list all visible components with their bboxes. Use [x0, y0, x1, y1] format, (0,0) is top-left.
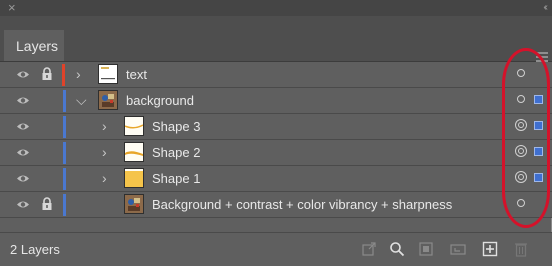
close-icon[interactable]: × [8, 0, 16, 16]
export-icon[interactable] [361, 241, 377, 257]
visibility-eye-icon[interactable] [16, 94, 30, 107]
sublayer-icon[interactable] [450, 241, 466, 257]
layer-row[interactable]: ⌵ background [0, 88, 552, 114]
chevron-right-icon[interactable]: › [102, 119, 107, 133]
visibility-eye-icon[interactable] [16, 68, 30, 81]
chevron-right-icon[interactable]: › [102, 171, 107, 185]
layer-row[interactable]: › Shape 3 [0, 114, 552, 140]
layer-color-bar [63, 142, 66, 164]
lock-icon[interactable] [41, 197, 53, 211]
layer-thumbnail [124, 194, 144, 214]
layer-name[interactable]: Background + contrast + color vibrancy +… [152, 197, 452, 212]
clipping-mask-icon[interactable] [418, 241, 434, 257]
layer-row[interactable]: › Shape 2 [0, 140, 552, 166]
lock-icon[interactable] [41, 119, 53, 133]
layer-thumbnail [98, 90, 118, 110]
lock-icon[interactable] [41, 145, 53, 159]
visibility-eye-icon[interactable] [16, 146, 30, 159]
layer-name[interactable]: text [126, 67, 147, 82]
layer-color-bar [63, 116, 66, 138]
annotation-highlight-oval [502, 48, 550, 228]
collapse-icon[interactable]: ‹‹ [543, 0, 547, 16]
layer-thumbnail [124, 116, 144, 136]
lock-icon[interactable] [41, 67, 53, 81]
new-layer-icon[interactable] [482, 241, 498, 257]
tab-layers[interactable]: Layers [4, 30, 64, 61]
layer-name[interactable]: background [126, 93, 194, 108]
trash-icon[interactable] [513, 241, 529, 257]
tab-bar: Layers [0, 16, 552, 62]
layers-panel: × ‹‹ Layers › text ⌵ background › Shape 3 › Sha… [0, 0, 552, 266]
layer-row[interactable]: › Shape 1 [0, 166, 552, 192]
chevron-right-icon[interactable]: › [76, 67, 81, 81]
layer-count: 2 Layers [10, 242, 60, 257]
visibility-eye-icon[interactable] [16, 172, 30, 185]
layer-row[interactable]: › text [0, 62, 552, 88]
panel-footer: 2 Layers [0, 232, 552, 266]
layer-thumbnail [124, 168, 144, 188]
layer-color-bar [63, 168, 66, 190]
panel-titlebar: × ‹‹ [0, 0, 552, 16]
visibility-eye-icon[interactable] [16, 198, 30, 211]
layer-color-bar [63, 90, 66, 112]
search-icon[interactable] [389, 241, 405, 257]
layer-row[interactable]: Background + contrast + color vibrancy +… [0, 192, 552, 218]
visibility-eye-icon[interactable] [16, 120, 30, 133]
lock-icon[interactable] [41, 171, 53, 185]
layers-list: › text ⌵ background › Shape 3 › Shape 2 › Shape 1… [0, 62, 552, 218]
layer-name[interactable]: Shape 2 [152, 145, 200, 160]
layer-name[interactable]: Shape 1 [152, 171, 200, 186]
chevron-down-icon[interactable]: ⌵ [76, 93, 87, 107]
layer-thumbnail [124, 142, 144, 162]
chevron-right-icon[interactable]: › [102, 145, 107, 159]
layer-name[interactable]: Shape 3 [152, 119, 200, 134]
layer-color-bar [62, 64, 65, 86]
layer-color-bar [63, 194, 66, 216]
lock-icon[interactable] [41, 93, 53, 107]
layer-thumbnail [98, 64, 118, 84]
